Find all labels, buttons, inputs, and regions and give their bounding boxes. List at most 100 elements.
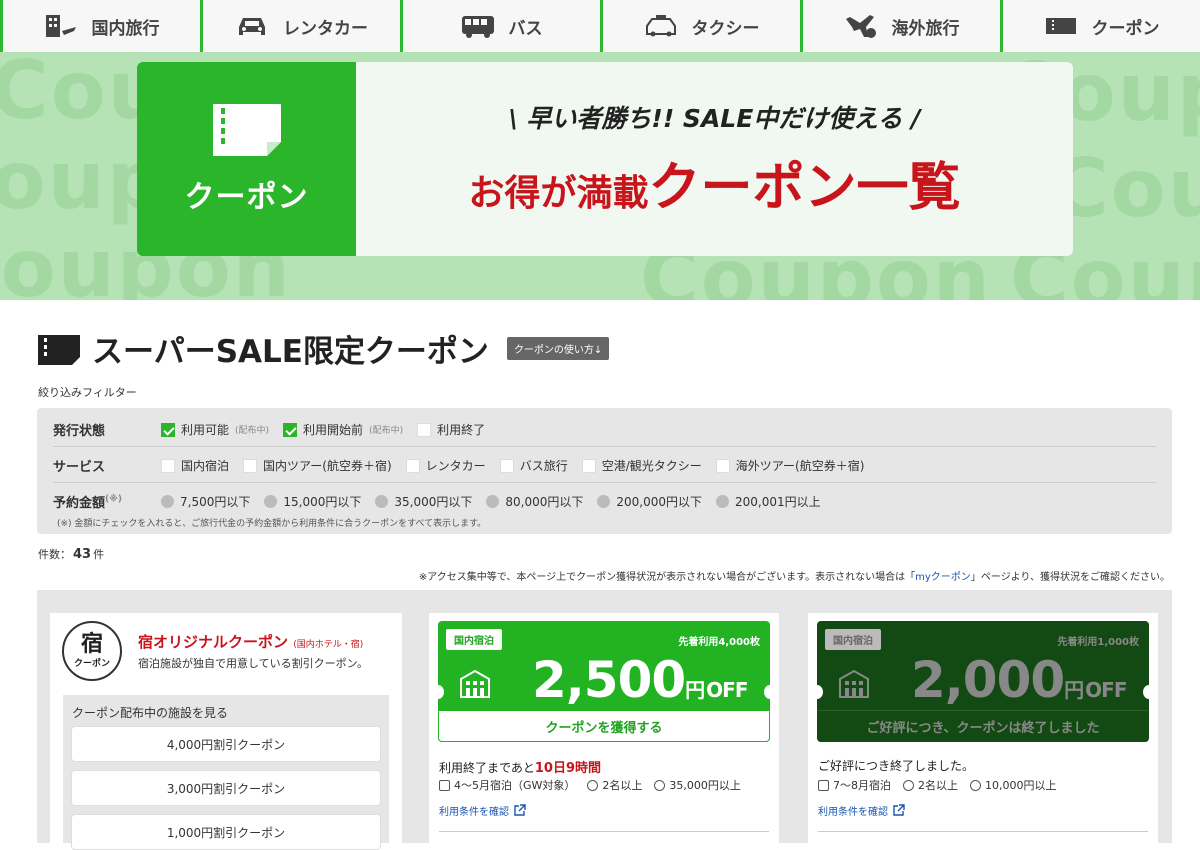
hero-title: お得が満載クーポン一覧 [468, 145, 960, 220]
radio[interactable] [264, 495, 278, 508]
main-panel: スーパーSALE限定クーポン クーポンの使い方↓ 絞り込みフィルター 発行状態 … [10, 300, 1200, 850]
radio[interactable] [486, 495, 500, 508]
airplane-icon [845, 15, 876, 38]
nav-label: バス [508, 18, 543, 39]
checkbox[interactable] [161, 458, 175, 473]
ticket-notch [817, 685, 823, 699]
service-option[interactable]: バス旅行 [499, 457, 568, 474]
price-option[interactable]: 15,000円以下 [264, 493, 361, 510]
yado-original-card: 宿 クーポン 宿オリジナルクーポン (国内ホテル・宿) 宿泊施設が独自で用意して… [50, 613, 402, 850]
checkbox[interactable] [499, 458, 514, 473]
facility-box: クーポン配布中の施設を見る 4,000円割引クーポン 3,000円割引クーポン … [63, 695, 389, 850]
coupon-card-ended: 国内宿泊 先着利用1,000枚 2,000円 OFF ご好評につき、クーポンは終了… [808, 613, 1158, 843]
checkbox[interactable] [417, 422, 432, 437]
nav-taxi[interactable]: タクシー [600, 0, 800, 52]
coupon-icon [1045, 18, 1076, 34]
service-option[interactable]: レンタカー [405, 457, 486, 474]
status-option-before-start[interactable]: 利用開始前 (配布中) [283, 421, 403, 438]
get-coupon-button[interactable]: クーポンを獲得する [438, 710, 770, 742]
filter-name: 予約金額(※) [53, 494, 122, 511]
checkbox[interactable] [243, 458, 258, 473]
radio[interactable] [375, 495, 389, 508]
coupon-meta: 7〜8月宿泊 2名以上 10,000円以上 [818, 777, 1057, 793]
filter-box: 発行状態 利用可能 (配布中) 利用開始前 (配布中) 利用終了 サービス 国内宿泊… [37, 408, 1172, 534]
filter-name: サービス [53, 460, 106, 475]
divider [818, 831, 1148, 832]
ticket-notch [1143, 685, 1149, 699]
nav-label: 国内旅行 [91, 18, 160, 39]
checkbox[interactable] [581, 458, 596, 473]
divider [53, 446, 1156, 447]
access-notice: ※アクセス集中等で、本ページ上でクーポン獲得状況が表示されない場合がございます。… [418, 572, 1170, 583]
yado-card-desc: 宿泊施設が独自で用意している割引クーポン。 [138, 657, 369, 670]
hero-coupon-block: クーポン [137, 62, 356, 256]
service-option[interactable]: 国内ツアー(航空券＋宿) [243, 457, 392, 474]
calendar-icon [818, 779, 829, 791]
status-option-ended[interactable]: 利用終了 [417, 421, 485, 438]
filter-name: 発行状態 [53, 424, 106, 439]
usage-limit: 先着利用1,000枚 [1057, 637, 1139, 648]
yen-icon [654, 779, 666, 791]
price-option[interactable]: 200,001円以上 [715, 493, 821, 510]
checkbox-checked[interactable] [283, 422, 298, 437]
yado-card-title: 宿オリジナルクーポン (国内ホテル・宿) [138, 633, 364, 651]
external-link-icon [893, 804, 905, 816]
coupon-3000-button[interactable]: 3,000円割引クーポン [71, 770, 381, 806]
radio[interactable] [161, 495, 174, 508]
usage-limit: 先着利用4,000枚 [678, 637, 760, 648]
radio[interactable] [715, 495, 729, 508]
nav-label: 海外旅行 [891, 18, 960, 39]
coupon-1000-button[interactable]: 1,000円割引クーポン [71, 814, 381, 850]
checkbox[interactable] [715, 458, 730, 473]
nav-label: タクシー [691, 18, 760, 39]
facility-label: クーポン配布中の施設を見る [72, 706, 229, 720]
service-option[interactable]: 国内宿泊 [161, 457, 229, 474]
my-coupon-link[interactable]: myクーポン [915, 572, 971, 583]
car-icon [239, 18, 265, 35]
service-option[interactable]: 空港/観光タクシー [581, 457, 702, 474]
price-option[interactable]: 7,500円以下 [161, 493, 250, 510]
coupon-ticket: 国内宿泊 先着利用1,000枚 2,000円 OFF ご好評につき、クーポンは終了… [817, 621, 1149, 742]
nav-coupon[interactable]: クーポン [1000, 0, 1200, 52]
coupon-card: 国内宿泊 先着利用4,000枚 2,500円 OFF クーポンを獲得する 利用終了… [429, 613, 779, 843]
nav-label: クーポン [1091, 18, 1160, 39]
price-option[interactable]: 80,000円以下 [486, 493, 583, 510]
checkbox-checked[interactable] [161, 422, 175, 437]
title-row: スーパーSALE限定クーポン クーポンの使い方↓ [38, 326, 610, 371]
result-count: 件数： 43 件 [38, 547, 105, 562]
status-option-available[interactable]: 利用可能 (配布中) [161, 421, 269, 438]
nav-overseas-travel[interactable]: 海外旅行 [800, 0, 1000, 52]
howto-button[interactable]: クーポンの使い方↓ [506, 337, 610, 360]
price-option[interactable]: 200,000円以下 [597, 493, 702, 510]
nav-label: レンタカー [283, 18, 368, 39]
category-badge: 国内宿泊 [446, 629, 502, 650]
hero-subtitle: \ 早い者勝ち!! SALE中だけ使える / [508, 103, 921, 133]
coupon-4000-button[interactable]: 4,000円割引クーポン [71, 726, 381, 762]
discount-amount: 2,500円 OFF [532, 651, 748, 709]
hero-text: \ 早い者勝ち!! SALE中だけ使える / お得が満載クーポン一覧 [356, 62, 1073, 256]
top-nav: 国内旅行 レンタカー バス タクシー 海外旅行 クーポン [0, 0, 1200, 52]
terms-link[interactable]: 利用条件を確認 [439, 803, 526, 818]
coupon-status: 利用終了まであと10日9時間 [439, 761, 602, 776]
checkbox[interactable] [405, 458, 420, 473]
radio[interactable] [597, 495, 611, 508]
hero-title-small: お得が満載 [468, 172, 649, 214]
service-option[interactable]: 海外ツアー(航空券＋宿) [715, 457, 864, 474]
person-icon [903, 779, 914, 791]
price-option[interactable]: 35,000円以下 [375, 493, 472, 510]
nav-rental-car[interactable]: レンタカー [200, 0, 400, 52]
nav-domestic-travel[interactable]: 国内旅行 [0, 0, 200, 52]
terms-link[interactable]: 利用条件を確認 [818, 803, 905, 818]
coupon-list: 宿 クーポン 宿オリジナルクーポン (国内ホテル・宿) 宿泊施設が独自で用意して… [37, 590, 1172, 850]
coupon-ticket[interactable]: 国内宿泊 先着利用4,000枚 2,500円 OFF クーポンを獲得する [438, 621, 770, 742]
filter-row-price: 予約金額(※) 7,500円以下 15,000円以下 35,000円以下 80,… [53, 492, 1156, 511]
filter-row-service: サービス 国内宿泊 国内ツアー(航空券＋宿) レンタカー バス旅行 空港/観光タ… [53, 456, 1156, 475]
coupon-status: ご好評につき終了しました。 [818, 759, 975, 773]
filter-note: (※) 金額にチェックを入れると、ご旅行代金の予約金額から利用条件に合うクーポン… [57, 519, 487, 529]
hero-card: クーポン \ 早い者勝ち!! SALE中だけ使える / お得が満載クーポン一覧 [137, 62, 1073, 256]
nav-bus[interactable]: バス [400, 0, 600, 52]
yado-coupon-logo: 宿 クーポン [62, 621, 122, 681]
divider [53, 482, 1156, 483]
filter-row-status: 発行状態 利用可能 (配布中) 利用開始前 (配布中) 利用終了 [53, 420, 1156, 439]
hero-coupon-label: クーポン [184, 180, 309, 215]
